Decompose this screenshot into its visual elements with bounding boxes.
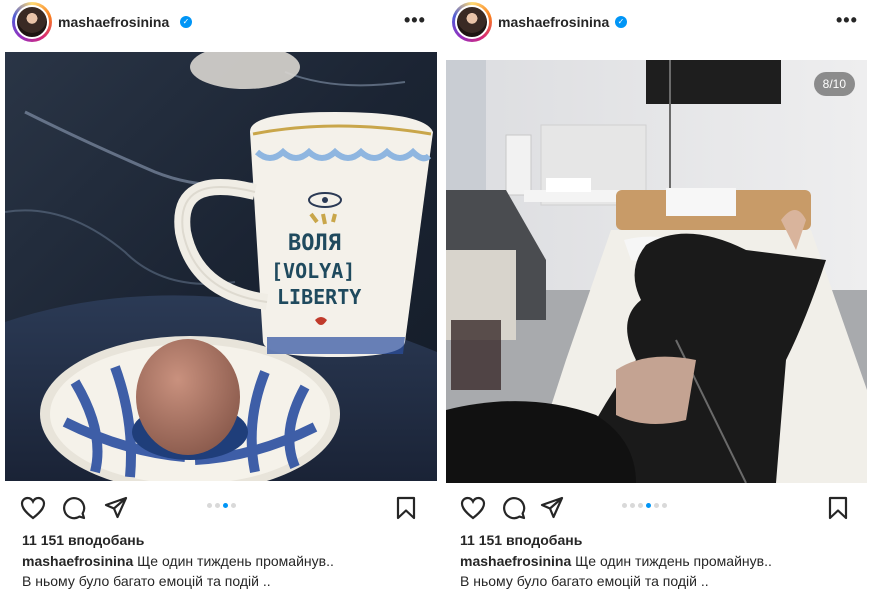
photo-hospital-bed xyxy=(446,60,867,483)
paper-plane-icon[interactable] xyxy=(104,496,128,520)
caption: mashaefrosinina Ще один тиждень промайну… xyxy=(460,552,772,571)
carousel-counter: 8/10 xyxy=(813,72,855,96)
bookmark-icon[interactable] xyxy=(396,496,416,520)
likes-count[interactable]: 11 151 вподобань xyxy=(22,532,144,548)
mug-text-line2: [VOLYA] xyxy=(271,259,355,283)
post-header: mashaefrosinina ✓ ••• xyxy=(440,0,873,46)
comment-icon[interactable] xyxy=(502,496,526,520)
carousel-dot xyxy=(215,503,220,508)
caption-username[interactable]: mashaefrosinina xyxy=(460,553,571,569)
paper-plane-icon[interactable] xyxy=(540,496,564,520)
heart-icon[interactable] xyxy=(460,496,486,520)
caption-line2: В ньому було багато емоцій та подій .. xyxy=(460,573,709,589)
more-options-icon[interactable]: ••• xyxy=(404,10,426,31)
mug-text-line1: ВОЛЯ xyxy=(288,231,341,256)
username[interactable]: mashaefrosinina xyxy=(58,14,169,30)
comment-icon[interactable] xyxy=(62,496,86,520)
verified-badge-icon: ✓ xyxy=(615,16,627,28)
bookmark-icon[interactable] xyxy=(828,496,848,520)
carousel-dot xyxy=(622,503,627,508)
story-ring[interactable] xyxy=(12,2,52,42)
caption-line2: В ньому було багато емоцій та подій .. xyxy=(22,573,271,589)
post-right: mashaefrosinina ✓ ••• 8/10 11 151 вподоб… xyxy=(440,0,873,600)
carousel-dot xyxy=(638,503,643,508)
carousel-dot-active xyxy=(223,503,228,508)
photo-mug-egg: ВОЛЯ [VOLYA] LIBERTY xyxy=(5,52,437,481)
post-photo[interactable]: 8/10 xyxy=(446,60,867,483)
post-header: mashaefrosinina ✓ ••• xyxy=(0,0,438,46)
username[interactable]: mashaefrosinina xyxy=(498,14,609,30)
mug-text-line3: LIBERTY xyxy=(277,285,361,309)
carousel-dot xyxy=(654,503,659,508)
heart-icon[interactable] xyxy=(20,496,46,520)
carousel-dot xyxy=(207,503,212,508)
more-options-icon[interactable]: ••• xyxy=(836,10,858,31)
caption: mashaefrosinina Ще один тиждень промайну… xyxy=(22,552,334,571)
caption-username[interactable]: mashaefrosinina xyxy=(22,553,133,569)
caption-text: Ще один тиждень промайнув.. xyxy=(137,553,334,569)
caption-text: Ще один тиждень промайнув.. xyxy=(575,553,772,569)
carousel-dot xyxy=(662,503,667,508)
post-left: mashaefrosinina ✓ ••• ВОЛЯ [VOLYA] LIBER… xyxy=(0,0,438,600)
likes-count[interactable]: 11 151 вподобань xyxy=(460,532,582,548)
story-ring[interactable] xyxy=(452,2,492,42)
carousel-dot xyxy=(231,503,236,508)
avatar[interactable] xyxy=(455,5,489,39)
avatar[interactable] xyxy=(15,5,49,39)
carousel-dot xyxy=(630,503,635,508)
post-photo[interactable]: ВОЛЯ [VOLYA] LIBERTY xyxy=(5,52,437,481)
carousel-dots xyxy=(207,503,236,508)
carousel-dots xyxy=(622,503,667,508)
carousel-dot-active xyxy=(646,503,651,508)
verified-badge-icon: ✓ xyxy=(180,16,192,28)
